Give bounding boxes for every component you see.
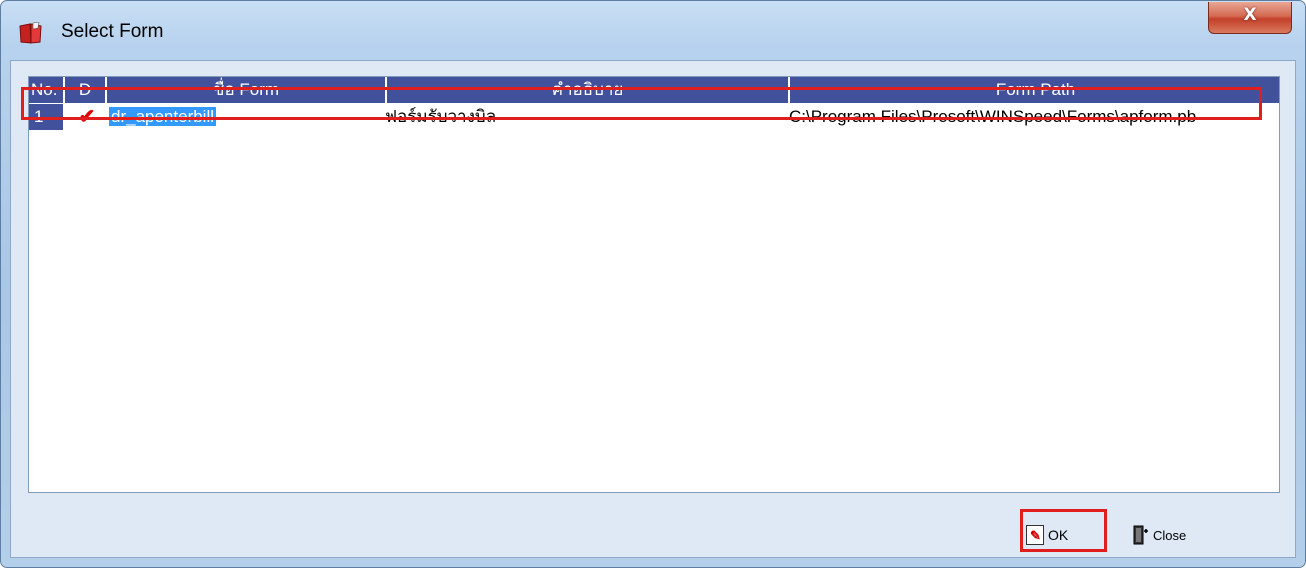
app-book-icon [19, 22, 42, 44]
select-form-window: Select Form X No. D ชื่อ Form คำอธิบาย F… [0, 0, 1306, 568]
row-highlight-outline [21, 87, 1262, 120]
close-button[interactable]: Close [1133, 517, 1186, 553]
exit-door-icon [1133, 525, 1148, 545]
form-grid[interactable]: No. D ชื่อ Form คำอธิบาย Form Path 1 ✔ d… [28, 76, 1280, 493]
window-close-button[interactable]: X [1208, 2, 1292, 34]
dialog-client-area: No. D ชื่อ Form คำอธิบาย Form Path 1 ✔ d… [10, 60, 1296, 558]
close-button-label: Close [1153, 527, 1187, 543]
ok-button[interactable]: ✎ OK [1026, 517, 1068, 553]
window-title: Select Form [61, 21, 164, 42]
ok-button-label: OK [1048, 527, 1069, 543]
title-bar[interactable]: Select Form X [1, 1, 1305, 63]
ok-document-icon: ✎ [1026, 525, 1044, 545]
close-icon: X [1243, 5, 1257, 25]
